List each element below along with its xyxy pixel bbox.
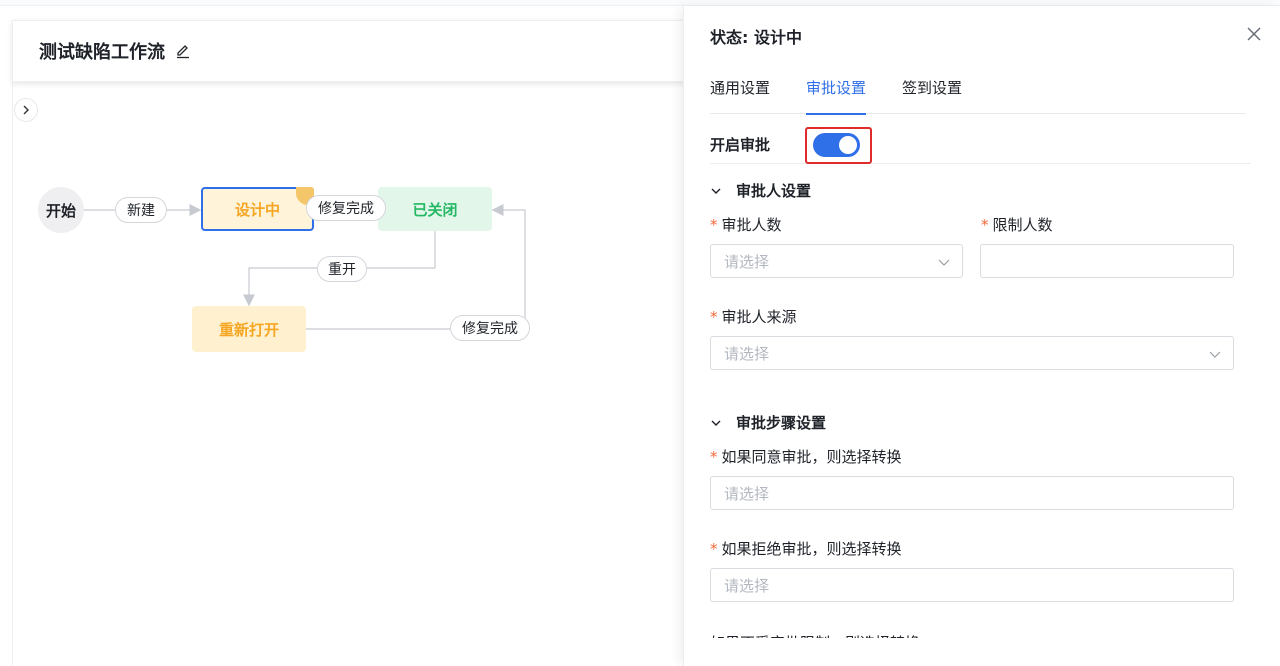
node-closed[interactable]: 已关闭 [378,187,492,231]
tab-checkin[interactable]: 签到设置 [902,76,962,114]
required-mark: * [710,308,718,326]
if-reject-select[interactable]: 请选择 [710,568,1234,602]
edge-label-fix-done-2[interactable]: 修复完成 [450,315,530,341]
required-mark: * [981,216,989,234]
approver-source-label-text: 审批人来源 [721,308,797,326]
if-agree-label: * 如果同意审批，则选择转换 [710,446,902,467]
node-reopen[interactable]: 重新打开 [192,306,306,352]
node-design[interactable]: 设计中 [201,187,314,231]
edge-label-reopen[interactable]: 重开 [317,256,367,282]
settings-tabs: 通用设置 审批设置 签到设置 [710,76,1246,115]
approver-source-label: * 审批人来源 [710,306,797,327]
chevron-down-icon [1209,351,1221,358]
approval-toggle-label: 开启审批 [710,136,771,154]
steps-section-title: 审批步骤设置 [736,414,827,432]
close-icon[interactable] [1246,26,1262,42]
workflow-edges [84,204,530,330]
required-mark: * [710,216,718,234]
approver-source-select[interactable]: 请选择 [710,336,1234,370]
toggle-knob [839,136,857,154]
edge-label-fix-done[interactable]: 修复完成 [306,195,386,221]
if-agree-label-text: 如果同意审批，则选择转换 [721,448,902,466]
approver-count-select[interactable]: 请选择 [710,244,963,278]
approval-toggle[interactable] [813,133,860,157]
steps-section-header[interactable]: 审批步骤设置 [710,412,826,433]
limit-count-label-text: 限制人数 [992,216,1053,234]
limit-count-input[interactable] [980,244,1234,278]
if-reject-label: * 如果拒绝审批，则选择转换 [710,538,902,559]
tab-general[interactable]: 通用设置 [710,76,770,114]
node-design-label: 设计中 [234,200,280,219]
node-start[interactable]: 开始 [38,187,84,233]
approver-count-placeholder: 请选择 [724,252,770,271]
required-mark: * [710,448,718,466]
if-agree-select[interactable]: 请选择 [710,476,1234,510]
approver-count-label-text: 审批人数 [721,216,782,234]
if-reject-placeholder: 请选择 [724,576,770,595]
approval-toggle-row: 开启审批 [710,127,1251,164]
limit-count-label: * 限制人数 [981,214,1053,235]
state-settings-panel: 状态: 设计中 通用设置 审批设置 签到设置 开启审批 审批人设置 *审批人数 [683,6,1280,666]
app-root: 测试缺陷工作流 开始 设计中 已关闭 重新打开 新建 修复完成 重开 修复完成 … [0,0,1280,666]
approver-section-title: 审批人设置 [736,182,812,200]
if-reject-label-text: 如果拒绝审批，则选择转换 [721,540,902,558]
approver-source-placeholder: 请选择 [724,344,770,363]
chevron-down-icon [711,188,721,194]
if-not-limited-label: 如果不受审批限制，则选择转换 [710,630,920,638]
if-agree-placeholder: 请选择 [724,484,770,503]
panel-title: 状态: 设计中 [710,28,802,47]
chevron-down-icon [711,420,721,426]
required-mark: * [710,540,718,558]
tab-approval[interactable]: 审批设置 [806,76,867,115]
approver-section-header[interactable]: 审批人设置 [710,180,811,201]
edge-label-new[interactable]: 新建 [115,197,167,223]
chevron-down-icon [938,259,950,266]
approver-count-label: * 审批人数 [710,214,782,235]
